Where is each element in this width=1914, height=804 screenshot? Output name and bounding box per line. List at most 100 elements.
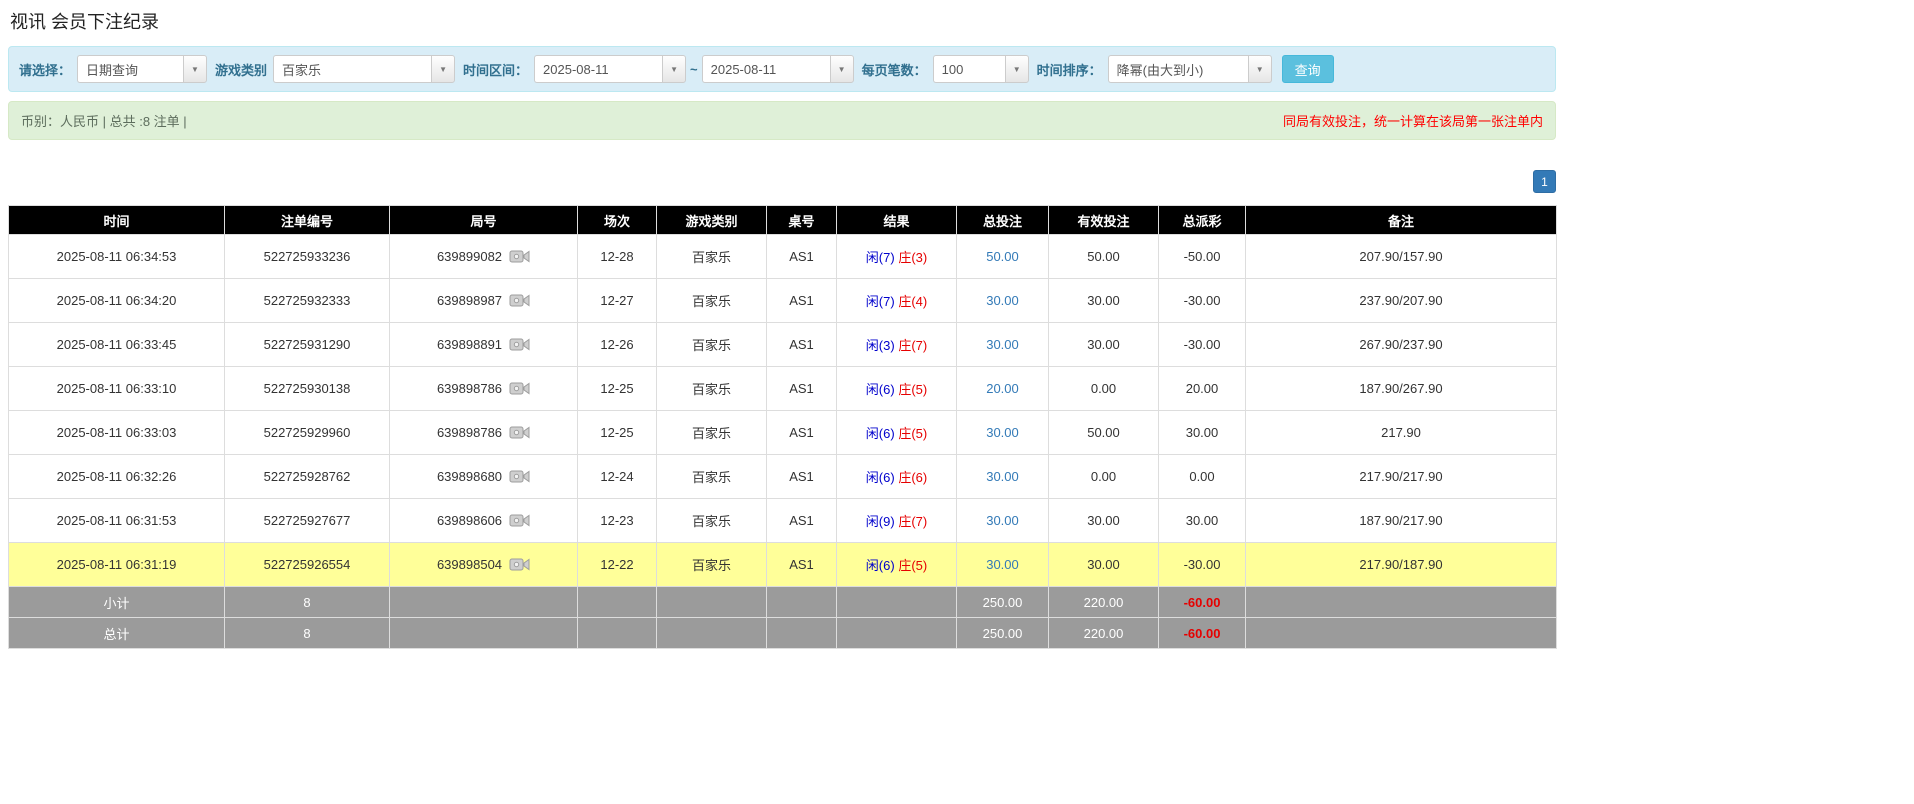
time-cell: 2025-08-11 06:32:26 [9, 455, 225, 499]
round-id-cell: 639898606 [390, 499, 578, 543]
table-row: 2025-08-11 06:34:53 522725933236 6398990… [9, 235, 1557, 279]
total-bet-link[interactable]: 30.00 [986, 293, 1019, 308]
table-no-cell: AS1 [767, 235, 837, 279]
round-id-cell: 639898504 [390, 543, 578, 587]
filter-bar: 请选择： ▼ 游戏类别 ▼ 时间区间： ▼ ~ ▼ 每页笔数： ▼ 时间排序： … [8, 46, 1556, 92]
total-bet-link[interactable]: 30.00 [986, 469, 1019, 484]
result-player: 闲(6) [866, 470, 895, 485]
video-replay-icon[interactable] [509, 380, 530, 397]
session-cell: 12-28 [578, 235, 657, 279]
total-bet-link[interactable]: 30.00 [986, 337, 1019, 352]
table-no-cell: AS1 [767, 279, 837, 323]
table-no-cell: AS1 [767, 367, 837, 411]
round-id-cell: 639898891 [390, 323, 578, 367]
page-number-button[interactable]: 1 [1533, 170, 1556, 193]
video-replay-icon[interactable] [509, 512, 530, 529]
total-bet-cell: 30.00 [957, 455, 1049, 499]
time-cell: 2025-08-11 06:33:45 [9, 323, 225, 367]
subtotal-count: 8 [225, 587, 390, 618]
session-cell: 12-22 [578, 543, 657, 587]
result-cell: 闲(6) 庄(6) [837, 455, 957, 499]
session-cell: 12-26 [578, 323, 657, 367]
bet-id-cell: 522725926554 [225, 543, 390, 587]
select-type-dropdown-button[interactable]: ▼ [183, 55, 207, 83]
bet-id-cell: 522725929960 [225, 411, 390, 455]
result-banker: 庄(4) [898, 294, 927, 309]
valid-bet-cell: 0.00 [1049, 455, 1159, 499]
time-cell: 2025-08-11 06:33:03 [9, 411, 225, 455]
game-type-dropdown-button[interactable]: ▼ [431, 55, 455, 83]
time-range-label: 时间区间： [463, 60, 528, 79]
total-payout: -60.00 [1159, 618, 1246, 649]
table-header: 时间 注单编号 局号 场次 游戏类别 桌号 结果 总投注 有效投注 总派彩 备注 [9, 206, 1557, 235]
remark-cell: 267.90/237.90 [1246, 323, 1557, 367]
round-id-text: 639898504 [437, 557, 502, 572]
time-sort-input[interactable] [1108, 55, 1248, 83]
total-bet-link[interactable]: 30.00 [986, 513, 1019, 528]
table-no-cell: AS1 [767, 543, 837, 587]
remark-cell: 187.90/267.90 [1246, 367, 1557, 411]
summary-bar: 币别：人民币 | 总共 :8 注单 | 同局有效投注，统一计算在该局第一张注单内 [8, 101, 1556, 140]
total-bet-link[interactable]: 20.00 [986, 381, 1019, 396]
round-id-cell: 639898987 [390, 279, 578, 323]
video-replay-icon[interactable] [509, 468, 530, 485]
total-valid-bet: 220.00 [1049, 618, 1159, 649]
result-banker: 庄(7) [898, 514, 927, 529]
result-player: 闲(9) [866, 514, 895, 529]
search-button[interactable]: 查询 [1282, 55, 1334, 83]
game-type-cell: 百家乐 [657, 499, 767, 543]
select-type-input[interactable] [77, 55, 183, 83]
video-replay-icon[interactable] [509, 556, 530, 573]
date-from-dropdown-button[interactable]: ▼ [662, 55, 686, 83]
time-sort-dropdown-button[interactable]: ▼ [1248, 55, 1272, 83]
chevron-down-icon: ▼ [1256, 65, 1264, 74]
remark-cell: 207.90/157.90 [1246, 235, 1557, 279]
game-type-label: 游戏类别 [215, 60, 267, 79]
video-replay-icon[interactable] [509, 292, 530, 309]
col-header-time: 时间 [9, 206, 225, 235]
video-replay-icon[interactable] [509, 336, 530, 353]
round-id-text: 639898680 [437, 469, 502, 484]
page-size-combobox: ▼ [933, 55, 1029, 83]
game-type-cell: 百家乐 [657, 455, 767, 499]
total-bet-link[interactable]: 30.00 [986, 425, 1019, 440]
table-row: 2025-08-11 06:33:10 522725930138 6398987… [9, 367, 1557, 411]
page-container: 视讯 会员下注纪录 请选择： ▼ 游戏类别 ▼ 时间区间： ▼ ~ ▼ 每页笔数… [0, 0, 1564, 669]
subtotal-label: 小计 [9, 587, 225, 618]
date-to-dropdown-button[interactable]: ▼ [830, 55, 854, 83]
video-replay-icon[interactable] [509, 248, 530, 265]
total-label: 总计 [9, 618, 225, 649]
page-size-dropdown-button[interactable]: ▼ [1005, 55, 1029, 83]
bet-id-cell: 522725927677 [225, 499, 390, 543]
table-footer: 小计 8 250.00 220.00 -60.00 总计 8 [9, 587, 1557, 649]
total-bet-cell: 30.00 [957, 499, 1049, 543]
table-body: 2025-08-11 06:34:53 522725933236 6398990… [9, 235, 1557, 587]
result-player: 闲(6) [866, 558, 895, 573]
currency-summary-text: 币别：人民币 | 总共 :8 注单 | [21, 111, 187, 130]
table-row: 2025-08-11 06:33:45 522725931290 6398988… [9, 323, 1557, 367]
bet-id-cell: 522725928762 [225, 455, 390, 499]
total-bet-link[interactable]: 50.00 [986, 249, 1019, 264]
round-id-cell: 639898680 [390, 455, 578, 499]
chevron-down-icon: ▼ [1013, 65, 1021, 74]
table-no-cell: AS1 [767, 499, 837, 543]
remark-cell: 217.90/217.90 [1246, 455, 1557, 499]
game-type-input[interactable] [273, 55, 431, 83]
date-from-input[interactable] [534, 55, 662, 83]
total-count: 8 [225, 618, 390, 649]
col-header-total-bet: 总投注 [957, 206, 1049, 235]
col-header-bet-id: 注单编号 [225, 206, 390, 235]
result-player: 闲(3) [866, 338, 895, 353]
bet-id-cell: 522725933236 [225, 235, 390, 279]
result-cell: 闲(6) 庄(5) [837, 367, 957, 411]
col-header-result: 结果 [837, 206, 957, 235]
total-bet-link[interactable]: 30.00 [986, 557, 1019, 572]
date-to-input[interactable] [702, 55, 830, 83]
remark-cell: 187.90/217.90 [1246, 499, 1557, 543]
session-cell: 12-25 [578, 411, 657, 455]
total-row: 总计 8 250.00 220.00 -60.00 [9, 618, 1557, 649]
video-replay-icon[interactable] [509, 424, 530, 441]
payout-cell: -30.00 [1159, 279, 1246, 323]
page-size-input[interactable] [933, 55, 1005, 83]
round-id-text: 639898606 [437, 513, 502, 528]
